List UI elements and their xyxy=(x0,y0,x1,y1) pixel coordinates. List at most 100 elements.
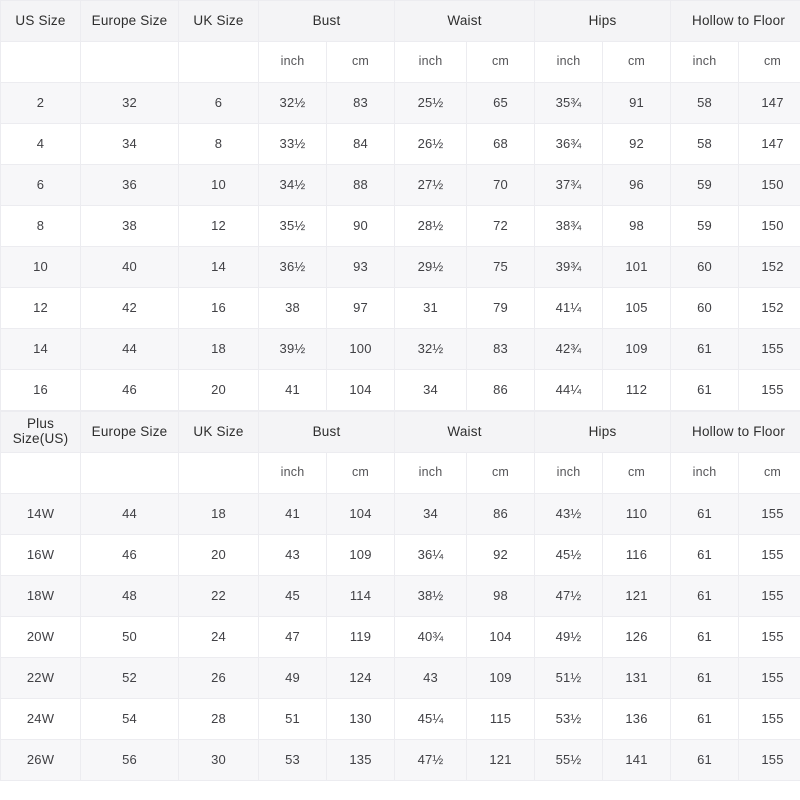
measurement-cell: 39½ xyxy=(258,328,327,370)
table-row: 18W 48 22 45 114 38½ 98 47½ 121 61 155 xyxy=(0,575,800,617)
measurement-cell: 104 xyxy=(325,493,396,535)
measurement-cell: 68 xyxy=(466,123,536,165)
measurement-cell: 83 xyxy=(466,328,536,370)
measurement-cell: 109 xyxy=(325,534,396,576)
measurement-cell: 44¼ xyxy=(534,369,604,411)
measurement-cell: 36½ xyxy=(258,246,327,288)
measurement-cell: 155 xyxy=(738,739,800,781)
measurement-cell: 26½ xyxy=(394,123,468,165)
measurement-cell: 44 xyxy=(80,493,179,535)
measurement-cell: 14 xyxy=(178,246,259,288)
measurement-cell: 152 xyxy=(738,246,800,288)
table-row: 4 34 8 33½ 84 26½ 68 36¾ 92 58 147 xyxy=(0,123,800,165)
measurement-cell: 32½ xyxy=(258,82,327,124)
measurement-cell: 51½ xyxy=(534,657,604,699)
measurement-cell: 32½ xyxy=(394,328,468,370)
measurement-cell: 36 xyxy=(80,164,179,206)
measurement-cell: 155 xyxy=(738,616,800,658)
measurement-cell: 42 xyxy=(80,287,179,329)
measurement-cell: 24 xyxy=(178,616,259,658)
measurement-cell: 41 xyxy=(258,493,327,535)
measurement-cell: 88 xyxy=(325,164,396,206)
measurement-cell: 141 xyxy=(602,739,672,781)
measurement-cell: 20 xyxy=(178,369,259,411)
measurement-cell: 47½ xyxy=(534,575,604,617)
measurement-cell: 47½ xyxy=(394,739,468,781)
table-row: 14 44 18 39½ 100 32½ 83 42¾ 109 61 155 xyxy=(0,328,800,370)
column-group-header: UK Size xyxy=(178,0,259,42)
table-row: 20W 50 24 47 119 40¾ 104 49½ 126 61 155 xyxy=(0,616,800,658)
size-label-cell: 26W xyxy=(0,739,81,781)
measurement-cell: 98 xyxy=(602,205,672,247)
measurement-cell: 45¼ xyxy=(394,698,468,740)
column-group-header: Waist xyxy=(394,411,536,453)
measurement-cell: 38¾ xyxy=(534,205,604,247)
measurement-cell: 35½ xyxy=(258,205,327,247)
measurement-cell: 12 xyxy=(178,205,259,247)
measurement-cell: 152 xyxy=(738,287,800,329)
measurement-cell: 124 xyxy=(325,657,396,699)
column-group-header: Waist xyxy=(394,0,536,42)
measurement-cell: 27½ xyxy=(394,164,468,206)
measurement-cell: 43½ xyxy=(534,493,604,535)
measurement-cell: 61 xyxy=(670,328,740,370)
measurement-cell: 86 xyxy=(466,493,536,535)
table-row: 26W 56 30 53 135 47½ 121 55½ 141 61 155 xyxy=(0,739,800,781)
measurement-cell: 47 xyxy=(258,616,327,658)
unit-header-cell: inch xyxy=(394,41,468,83)
measurement-cell: 40¾ xyxy=(394,616,468,658)
measurement-cell: 46 xyxy=(80,534,179,576)
table-row: 16 46 20 41 104 34 86 44¼ 112 61 155 xyxy=(0,369,800,411)
measurement-cell: 61 xyxy=(670,493,740,535)
measurement-cell: 109 xyxy=(466,657,536,699)
measurement-cell: 59 xyxy=(670,205,740,247)
measurement-cell: 101 xyxy=(602,246,672,288)
size-label-cell: 6 xyxy=(0,164,81,206)
measurement-cell: 58 xyxy=(670,123,740,165)
size-label-cell: 22W xyxy=(0,657,81,699)
measurement-cell: 34 xyxy=(394,493,468,535)
measurement-cell: 150 xyxy=(738,205,800,247)
unit-header-cell-empty xyxy=(0,452,81,494)
measurement-cell: 35¾ xyxy=(534,82,604,124)
measurement-cell: 126 xyxy=(602,616,672,658)
measurement-cell: 92 xyxy=(602,123,672,165)
unit-header-cell: cm xyxy=(466,452,536,494)
measurement-cell: 42¾ xyxy=(534,328,604,370)
size-label-cell: 12 xyxy=(0,287,81,329)
unit-header-cell: inch xyxy=(670,41,740,83)
measurement-cell: 36¼ xyxy=(394,534,468,576)
measurement-cell: 33½ xyxy=(258,123,327,165)
measurement-cell: 38 xyxy=(80,205,179,247)
measurement-cell: 6 xyxy=(178,82,259,124)
unit-header-cell: cm xyxy=(738,452,800,494)
measurement-cell: 84 xyxy=(325,123,396,165)
measurement-cell: 44 xyxy=(80,328,179,370)
measurement-cell: 86 xyxy=(466,369,536,411)
measurement-cell: 75 xyxy=(466,246,536,288)
measurement-cell: 45 xyxy=(258,575,327,617)
size-label-cell: 16W xyxy=(0,534,81,576)
table-row: 6 36 10 34½ 88 27½ 70 37¾ 96 59 150 xyxy=(0,164,800,206)
measurement-cell: 26 xyxy=(178,657,259,699)
column-group-header: Hollow to Floor xyxy=(670,0,800,42)
unit-header-cell: inch xyxy=(394,452,468,494)
measurement-cell: 51 xyxy=(258,698,327,740)
measurement-cell: 147 xyxy=(738,82,800,124)
measurement-cell: 18 xyxy=(178,493,259,535)
measurement-cell: 112 xyxy=(602,369,672,411)
measurement-cell: 53 xyxy=(258,739,327,781)
measurement-cell: 150 xyxy=(738,164,800,206)
measurement-cell: 131 xyxy=(602,657,672,699)
table-group-header-row: US Size Europe Size UK Size Bust Waist Hips Ho… xyxy=(0,0,800,42)
measurement-cell: 61 xyxy=(670,534,740,576)
measurement-cell: 32 xyxy=(80,82,179,124)
measurement-cell: 53½ xyxy=(534,698,604,740)
measurement-cell: 90 xyxy=(325,205,396,247)
measurement-cell: 105 xyxy=(602,287,672,329)
size-label-cell: 10 xyxy=(0,246,81,288)
unit-header-cell-empty xyxy=(178,41,259,83)
measurement-cell: 43 xyxy=(394,657,468,699)
column-group-header: Europe Size xyxy=(80,0,179,42)
measurement-cell: 155 xyxy=(738,534,800,576)
